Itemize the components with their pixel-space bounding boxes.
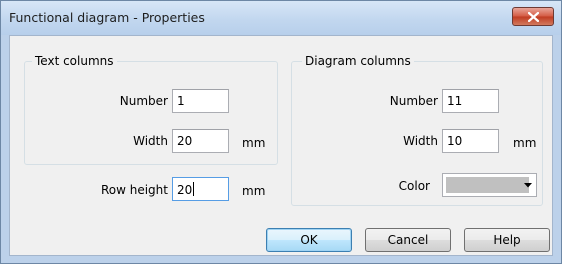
color-label: Color	[398, 179, 430, 193]
dialog-client-area: Text columns Number 1 Width 20 mm Row he…	[9, 35, 553, 256]
diagram-columns-width-unit: mm	[513, 136, 537, 150]
text-columns-width-label: Width	[133, 134, 168, 148]
cancel-button[interactable]: Cancel	[365, 228, 451, 252]
close-button[interactable]	[512, 7, 554, 26]
diagram-columns-number-label: Number	[389, 94, 438, 108]
diagram-columns-width-label: Width	[403, 134, 438, 148]
window-title: Functional diagram - Properties	[9, 10, 205, 25]
chevron-down-icon	[524, 183, 532, 188]
text-columns-width-field[interactable]: 20	[172, 129, 229, 153]
diagram-columns-group-title: Diagram columns	[302, 54, 414, 68]
row-height-label: Row height	[100, 183, 168, 197]
diagram-columns-number-field[interactable]: 11	[442, 89, 499, 113]
ok-button[interactable]: OK	[266, 228, 352, 252]
text-columns-number-label: Number	[119, 94, 168, 108]
diagram-columns-width-field[interactable]: 10	[442, 129, 499, 153]
text-columns-group: Text columns	[24, 54, 278, 165]
row-height-value: 20	[177, 183, 193, 197]
text-cursor	[193, 182, 195, 196]
color-swatch	[446, 177, 529, 193]
row-height-field[interactable]: 20	[172, 177, 229, 201]
row-height-unit: mm	[242, 184, 266, 198]
text-columns-group-title: Text columns	[32, 54, 117, 68]
text-columns-number-field[interactable]: 1	[172, 89, 229, 113]
close-icon	[528, 12, 539, 22]
dropdown-button[interactable]	[520, 174, 536, 196]
title-bar[interactable]: Functional diagram - Properties	[1, 1, 561, 35]
help-button[interactable]: Help	[464, 228, 550, 252]
properties-dialog: Functional diagram - Properties Text col…	[0, 0, 562, 264]
text-columns-width-unit: mm	[242, 136, 266, 150]
color-dropdown[interactable]	[442, 173, 537, 197]
